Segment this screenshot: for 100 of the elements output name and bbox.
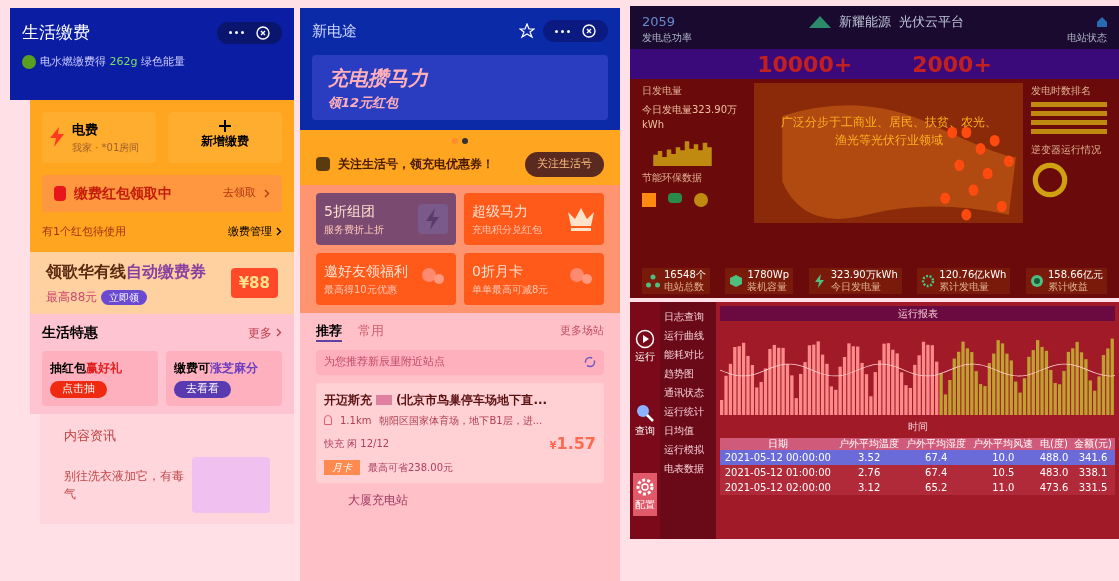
banner-subtitle: 领12元红包: [328, 93, 400, 112]
promo-title: 领歌华有线自动缴费券: [46, 261, 206, 283]
panel-label: 日发电量: [642, 84, 683, 98]
offer-card[interactable]: 缴费可涨芝麻分 去看看: [166, 351, 282, 406]
lightning-icon: [50, 127, 64, 148]
nav-button[interactable]: 查询: [633, 399, 657, 442]
station-name: 开迈斯充: [324, 391, 372, 409]
stat-label: 电站总数: [664, 281, 705, 293]
column-header: 户外平均湿度: [902, 438, 970, 450]
menu-item[interactable]: 日均值: [664, 424, 712, 437]
cube-icon: [729, 274, 744, 288]
claim-button[interactable]: 立即领: [101, 289, 148, 305]
report-title: 运行报表: [720, 306, 1115, 321]
tagline: 渔光等光伏行业领域: [834, 132, 943, 149]
search-icon: [635, 403, 655, 423]
menu-item[interactable]: 运行模拟: [664, 443, 712, 456]
menu-item[interactable]: 通讯状态: [664, 386, 712, 399]
table-row[interactable]: 2021-05-12 02:00:00 3.12 65.2 11.0 473.6 331.5: [720, 480, 1115, 495]
daily-note: 今日发电量323.90万kWh: [642, 103, 738, 132]
bill-card[interactable]: 电费 我家 · *01房间: [42, 112, 156, 163]
station-name: (北京市鸟巢停车场地下直...: [396, 391, 548, 409]
refresh-icon[interactable]: [584, 356, 596, 369]
car-icon: [668, 193, 682, 203]
envelope-icon: [54, 185, 66, 201]
stat-value: 16548个: [664, 269, 706, 281]
stat-value: 1780Wp: [747, 269, 790, 281]
coin-icon: [1029, 274, 1044, 288]
stat-label: 累计收益: [1047, 281, 1089, 293]
menu-item[interactable]: 日志查询: [664, 310, 712, 323]
nav-button[interactable]: 配置: [633, 472, 657, 516]
chevron-right-icon: [264, 188, 270, 198]
tile-subtitle: 服务费折上折: [324, 222, 384, 237]
menu-item[interactable]: 电表数据: [664, 462, 712, 475]
promo-banner[interactable]: 充电攒马力 领12元红包: [312, 54, 608, 120]
bill-account: 我家 · *01房间: [72, 140, 140, 155]
menu-item[interactable]: 能耗对比: [664, 348, 712, 361]
bill-name: 电费: [72, 121, 99, 139]
star-icon[interactable]: [519, 23, 535, 40]
stat-value: 323.90万kWh: [830, 269, 898, 281]
panel-label: 发电时数排名: [1031, 84, 1092, 98]
table-cell: 10.0: [969, 450, 1037, 465]
home-icon[interactable]: [1097, 17, 1107, 27]
menu-item[interactable]: 运行统计: [664, 405, 712, 418]
banner-title: 充电攒马力: [328, 64, 430, 92]
section-title: 生活特惠: [42, 323, 98, 342]
donut-drawing: [1031, 161, 1069, 199]
table-row[interactable]: 2021-05-12 00:00:00 3.52 67.4 10.0 488.0 341.6: [720, 450, 1115, 465]
more-icon[interactable]: [555, 29, 570, 33]
column-header: 日期: [720, 438, 836, 450]
panel-label: 发电总功率: [642, 31, 692, 45]
news-headline[interactable]: 别往洗衣液加它，有毒气: [64, 467, 193, 503]
table-cell: 67.4: [902, 450, 970, 465]
plus-icon: [219, 120, 231, 132]
menu-item[interactable]: 趋势图: [664, 367, 712, 380]
column-header: 金额(元): [1071, 438, 1115, 450]
tile-title: 邀好友领福利: [324, 261, 408, 281]
column-header: 户外平均风速: [969, 438, 1037, 450]
tagline: 广泛分步于工商业、居民、扶贫、农光、: [780, 114, 997, 131]
offer-card[interactable]: 抽红包赢好礼 点击抽: [42, 351, 158, 406]
more-icon[interactable]: [229, 31, 244, 35]
table-cell: 2021-05-12 01:00:00: [720, 465, 836, 480]
table-cell: 2021-05-12 00:00:00: [720, 450, 836, 465]
promo-banner[interactable]: 领歌华有线自动缴费券 最高88元 立即领 ¥88: [30, 252, 294, 314]
table-cell: 341.6: [1071, 450, 1115, 465]
column-header: 电(度): [1036, 438, 1072, 450]
station-address: 朝阳区国家体育场，地下B1层，进...: [379, 413, 543, 428]
brand-name: 新耀能源: [838, 13, 891, 32]
tab[interactable]: 推荐: [316, 320, 342, 342]
charger-status: 快充 闲 12/12: [324, 437, 390, 451]
card-badge: 月卡: [324, 459, 360, 475]
gear-icon: [921, 274, 936, 288]
close-icon[interactable]: [582, 24, 596, 39]
panel-label: 逆变器运行情况: [1031, 143, 1102, 157]
table-cell: 11.0: [969, 480, 1037, 495]
table-cell: 331.5: [1071, 480, 1115, 495]
nearby-hint: 为您推荐新辰里附近站点: [324, 354, 445, 370]
add-bill-button[interactable]: 新增缴费: [168, 112, 282, 163]
close-icon[interactable]: [256, 25, 270, 40]
follow-button[interactable]: 关注生活号: [525, 152, 604, 177]
app-title: 新电途: [312, 21, 357, 42]
feature-tile[interactable]: 5折组团 服务费折上折: [316, 192, 456, 245]
station-name: 大厦充电站: [347, 491, 409, 509]
nav-button[interactable]: 运行: [633, 325, 657, 369]
offer-button[interactable]: 点击抽: [50, 381, 107, 398]
energy-note: 电水燃缴费得 262g 绿色能量: [40, 53, 185, 70]
table-cell: 3.12: [835, 480, 903, 495]
tile-subtitle: 充电积分兑红包: [472, 222, 542, 237]
manage-link[interactable]: 缴费管理: [228, 223, 272, 240]
tree-icon: [694, 193, 708, 207]
energy-badge-icon: [22, 54, 36, 69]
stat-label: 装机容量: [747, 281, 788, 293]
tile-title: 0折月卡: [472, 261, 524, 281]
table-row[interactable]: 2021-05-12 01:00:00 2.76 67.4 10.5 483.0 338.1: [720, 465, 1115, 480]
offer-button[interactable]: 去看看: [174, 381, 231, 398]
station-card[interactable]: 开迈斯充 (北京市鸟巢停车场地下直... 1.1km 朝阳区国家体育场，地下B1层，进... 快充 闲 12/12 ¥1.57 月卡 最高可省238.00元: [316, 382, 604, 483]
table-cell: 483.0: [1036, 465, 1072, 480]
panel-label: 节能环保数据: [642, 171, 703, 185]
more-link[interactable]: 更多: [248, 323, 272, 342]
logo-icon: [316, 157, 330, 172]
menu-item[interactable]: 运行曲线: [664, 329, 712, 342]
